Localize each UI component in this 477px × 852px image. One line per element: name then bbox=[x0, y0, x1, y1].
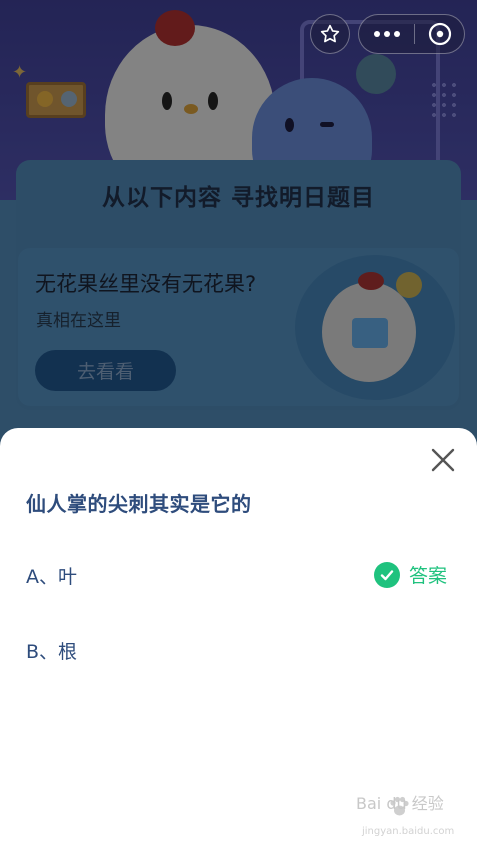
more-dots-icon bbox=[374, 31, 400, 37]
sheet-close-button[interactable] bbox=[427, 444, 459, 476]
watermark-url: jingyan.baidu.com bbox=[362, 826, 455, 837]
check-icon bbox=[374, 561, 400, 588]
favorite-button[interactable] bbox=[310, 14, 350, 54]
close-circle-icon bbox=[428, 22, 452, 46]
modal-backdrop[interactable] bbox=[0, 0, 477, 460]
more-button[interactable] bbox=[364, 16, 410, 52]
screen: ✦ 从以下内容 寻找明日题目 无花果丝里没有无花果? 真相在这里 去看看 仙人掌… bbox=[0, 0, 477, 852]
star-outline-icon bbox=[320, 24, 340, 43]
background-page: ✦ 从以下内容 寻找明日题目 无花果丝里没有无花果? 真相在这里 去看看 bbox=[0, 0, 477, 460]
close-miniprogram-button[interactable] bbox=[418, 16, 462, 52]
answer-badge: 答案 bbox=[374, 561, 447, 588]
option-a[interactable]: A、叶 bbox=[26, 562, 77, 589]
watermark: Bai du 经验 bbox=[356, 794, 444, 813]
answer-label: 答案 bbox=[409, 565, 448, 587]
capsule-divider bbox=[414, 24, 415, 44]
question-text: 仙人掌的尖刺其实是它的 bbox=[26, 492, 252, 516]
option-b[interactable]: B、根 bbox=[26, 637, 77, 664]
close-x-icon bbox=[431, 448, 455, 472]
